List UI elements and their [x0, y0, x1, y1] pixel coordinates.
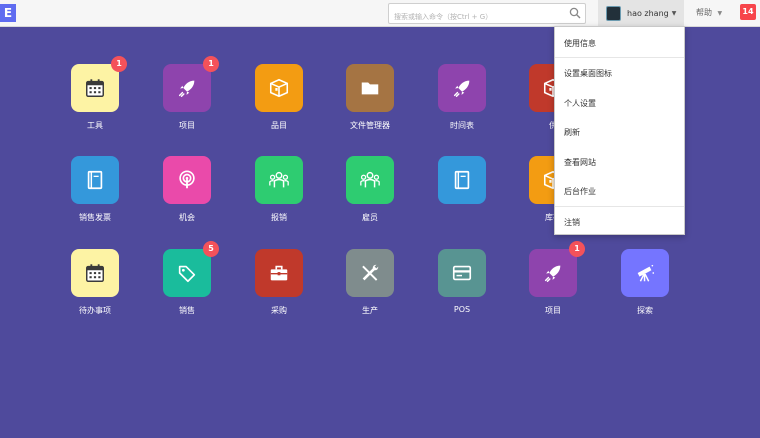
app-tile-0[interactable]: 1 工具: [55, 56, 135, 144]
app-label: 待办事项: [79, 306, 111, 315]
app-icon-tile[interactable]: [163, 156, 211, 204]
app-tile-19[interactable]: 1 项目: [513, 241, 593, 329]
app-icon-tile[interactable]: [71, 249, 119, 297]
user-name: hao zhang: [627, 8, 669, 18]
calendar-icon: [84, 77, 106, 99]
app-label: 机会: [179, 213, 195, 222]
group-icon: [268, 169, 290, 191]
app-label: 销售发票: [79, 213, 111, 222]
app-icon-tile[interactable]: [255, 64, 303, 112]
menu-item-logout[interactable]: 注销: [555, 207, 684, 237]
rocket-icon: [176, 77, 198, 99]
app-label: 报销: [271, 213, 287, 222]
app-tile-2[interactable]: 品目: [239, 64, 319, 144]
app-badge: 1: [203, 56, 219, 72]
app-label: 雇员: [362, 213, 378, 222]
rocket-icon: [542, 262, 564, 284]
telescope-icon: [634, 262, 656, 284]
calendar-icon: [84, 262, 106, 284]
app-tile-10[interactable]: 雇员: [330, 156, 410, 236]
user-menu-toggle[interactable]: hao zhang ▼: [598, 0, 684, 26]
search-icon[interactable]: [569, 7, 581, 19]
app-tile-20[interactable]: 探索: [605, 249, 685, 329]
search-box: [388, 3, 586, 26]
app-label: 销售: [179, 306, 195, 315]
group-icon: [359, 169, 381, 191]
tag-icon: [176, 262, 198, 284]
menu-item-desktop-icons[interactable]: 设置桌面图标: [555, 58, 684, 88]
app-icon-tile[interactable]: [163, 249, 211, 297]
app-icon-tile[interactable]: [255, 156, 303, 204]
app-label: 工具: [87, 121, 103, 130]
app-badge: 1: [111, 56, 127, 72]
app-label: 品目: [271, 121, 287, 130]
app-logo[interactable]: E: [0, 4, 16, 22]
app-tile-17[interactable]: 生产: [330, 249, 410, 329]
app-label: POS: [453, 305, 471, 314]
card-icon: [451, 262, 473, 284]
tools-icon: [359, 262, 381, 284]
app-label: 时间表: [450, 121, 474, 130]
help-label: 帮助: [696, 8, 712, 17]
avatar: [606, 5, 621, 21]
app-label: 项目: [545, 306, 561, 315]
app-icon-tile[interactable]: [346, 249, 394, 297]
app-icon-tile[interactable]: [438, 156, 486, 204]
help-menu[interactable]: 帮助 ▼: [696, 7, 722, 18]
app-icon-tile[interactable]: [346, 64, 394, 112]
book-icon: [451, 169, 473, 191]
app-tile-1[interactable]: 1 项目: [147, 56, 227, 144]
app-tile-15[interactable]: 5 销售: [147, 241, 227, 329]
menu-item-view-website[interactable]: 查看网站: [555, 147, 684, 177]
menu-item-refresh[interactable]: 刷新: [555, 117, 684, 147]
app-icon-tile[interactable]: [163, 64, 211, 112]
notification-badge[interactable]: 14: [740, 4, 756, 20]
app-tile-4[interactable]: 时间表: [422, 64, 502, 144]
app-tile-16[interactable]: 采购: [239, 249, 319, 329]
caret-down-icon: ▼: [717, 10, 723, 17]
app-tile-7[interactable]: 销售发票: [55, 156, 135, 236]
app-tile-14[interactable]: 待办事项: [55, 249, 135, 329]
user-dropdown-menu: 使用信息 设置桌面图标 个人设置 刷新 查看网站 后台作业 注销: [554, 26, 685, 235]
app-tile-11[interactable]: [422, 156, 502, 236]
box-icon: [268, 77, 290, 99]
book-icon: [84, 169, 106, 191]
app-badge: 1: [569, 241, 585, 257]
app-tile-8[interactable]: 机会: [147, 156, 227, 236]
menu-item-usage-info[interactable]: 使用信息: [555, 28, 684, 58]
folder-icon: [359, 77, 381, 99]
broadcast-icon: [176, 169, 198, 191]
app-badge: 5: [203, 241, 219, 257]
app-icon-tile[interactable]: [438, 64, 486, 112]
menu-item-personal-settings[interactable]: 个人设置: [555, 88, 684, 118]
app-label: 生产: [362, 306, 378, 315]
menu-item-background-jobs[interactable]: 后台作业: [555, 176, 684, 206]
app-tile-18[interactable]: POS: [422, 249, 502, 329]
app-icon-tile[interactable]: [438, 249, 486, 297]
search-input[interactable]: [389, 8, 564, 26]
app-icon-tile[interactable]: [346, 156, 394, 204]
briefcase-icon: [268, 262, 290, 284]
app-tile-9[interactable]: 报销: [239, 156, 319, 236]
app-icon-tile[interactable]: [621, 249, 669, 297]
rocket-icon: [451, 77, 473, 99]
app-icon-tile[interactable]: [71, 156, 119, 204]
app-icon-tile[interactable]: [71, 64, 119, 112]
app-icon-tile[interactable]: [529, 249, 577, 297]
app-label: 项目: [179, 121, 195, 130]
app-tile-3[interactable]: 文件管理器: [330, 64, 410, 144]
app-label: 采购: [271, 306, 287, 315]
app-label: 文件管理器: [350, 121, 390, 130]
top-navbar: E hao zhang ▼ 帮助 ▼ 14: [0, 0, 760, 27]
app-label: 探索: [637, 306, 653, 315]
app-icon-tile[interactable]: [255, 249, 303, 297]
caret-down-icon: ▼: [671, 9, 677, 17]
